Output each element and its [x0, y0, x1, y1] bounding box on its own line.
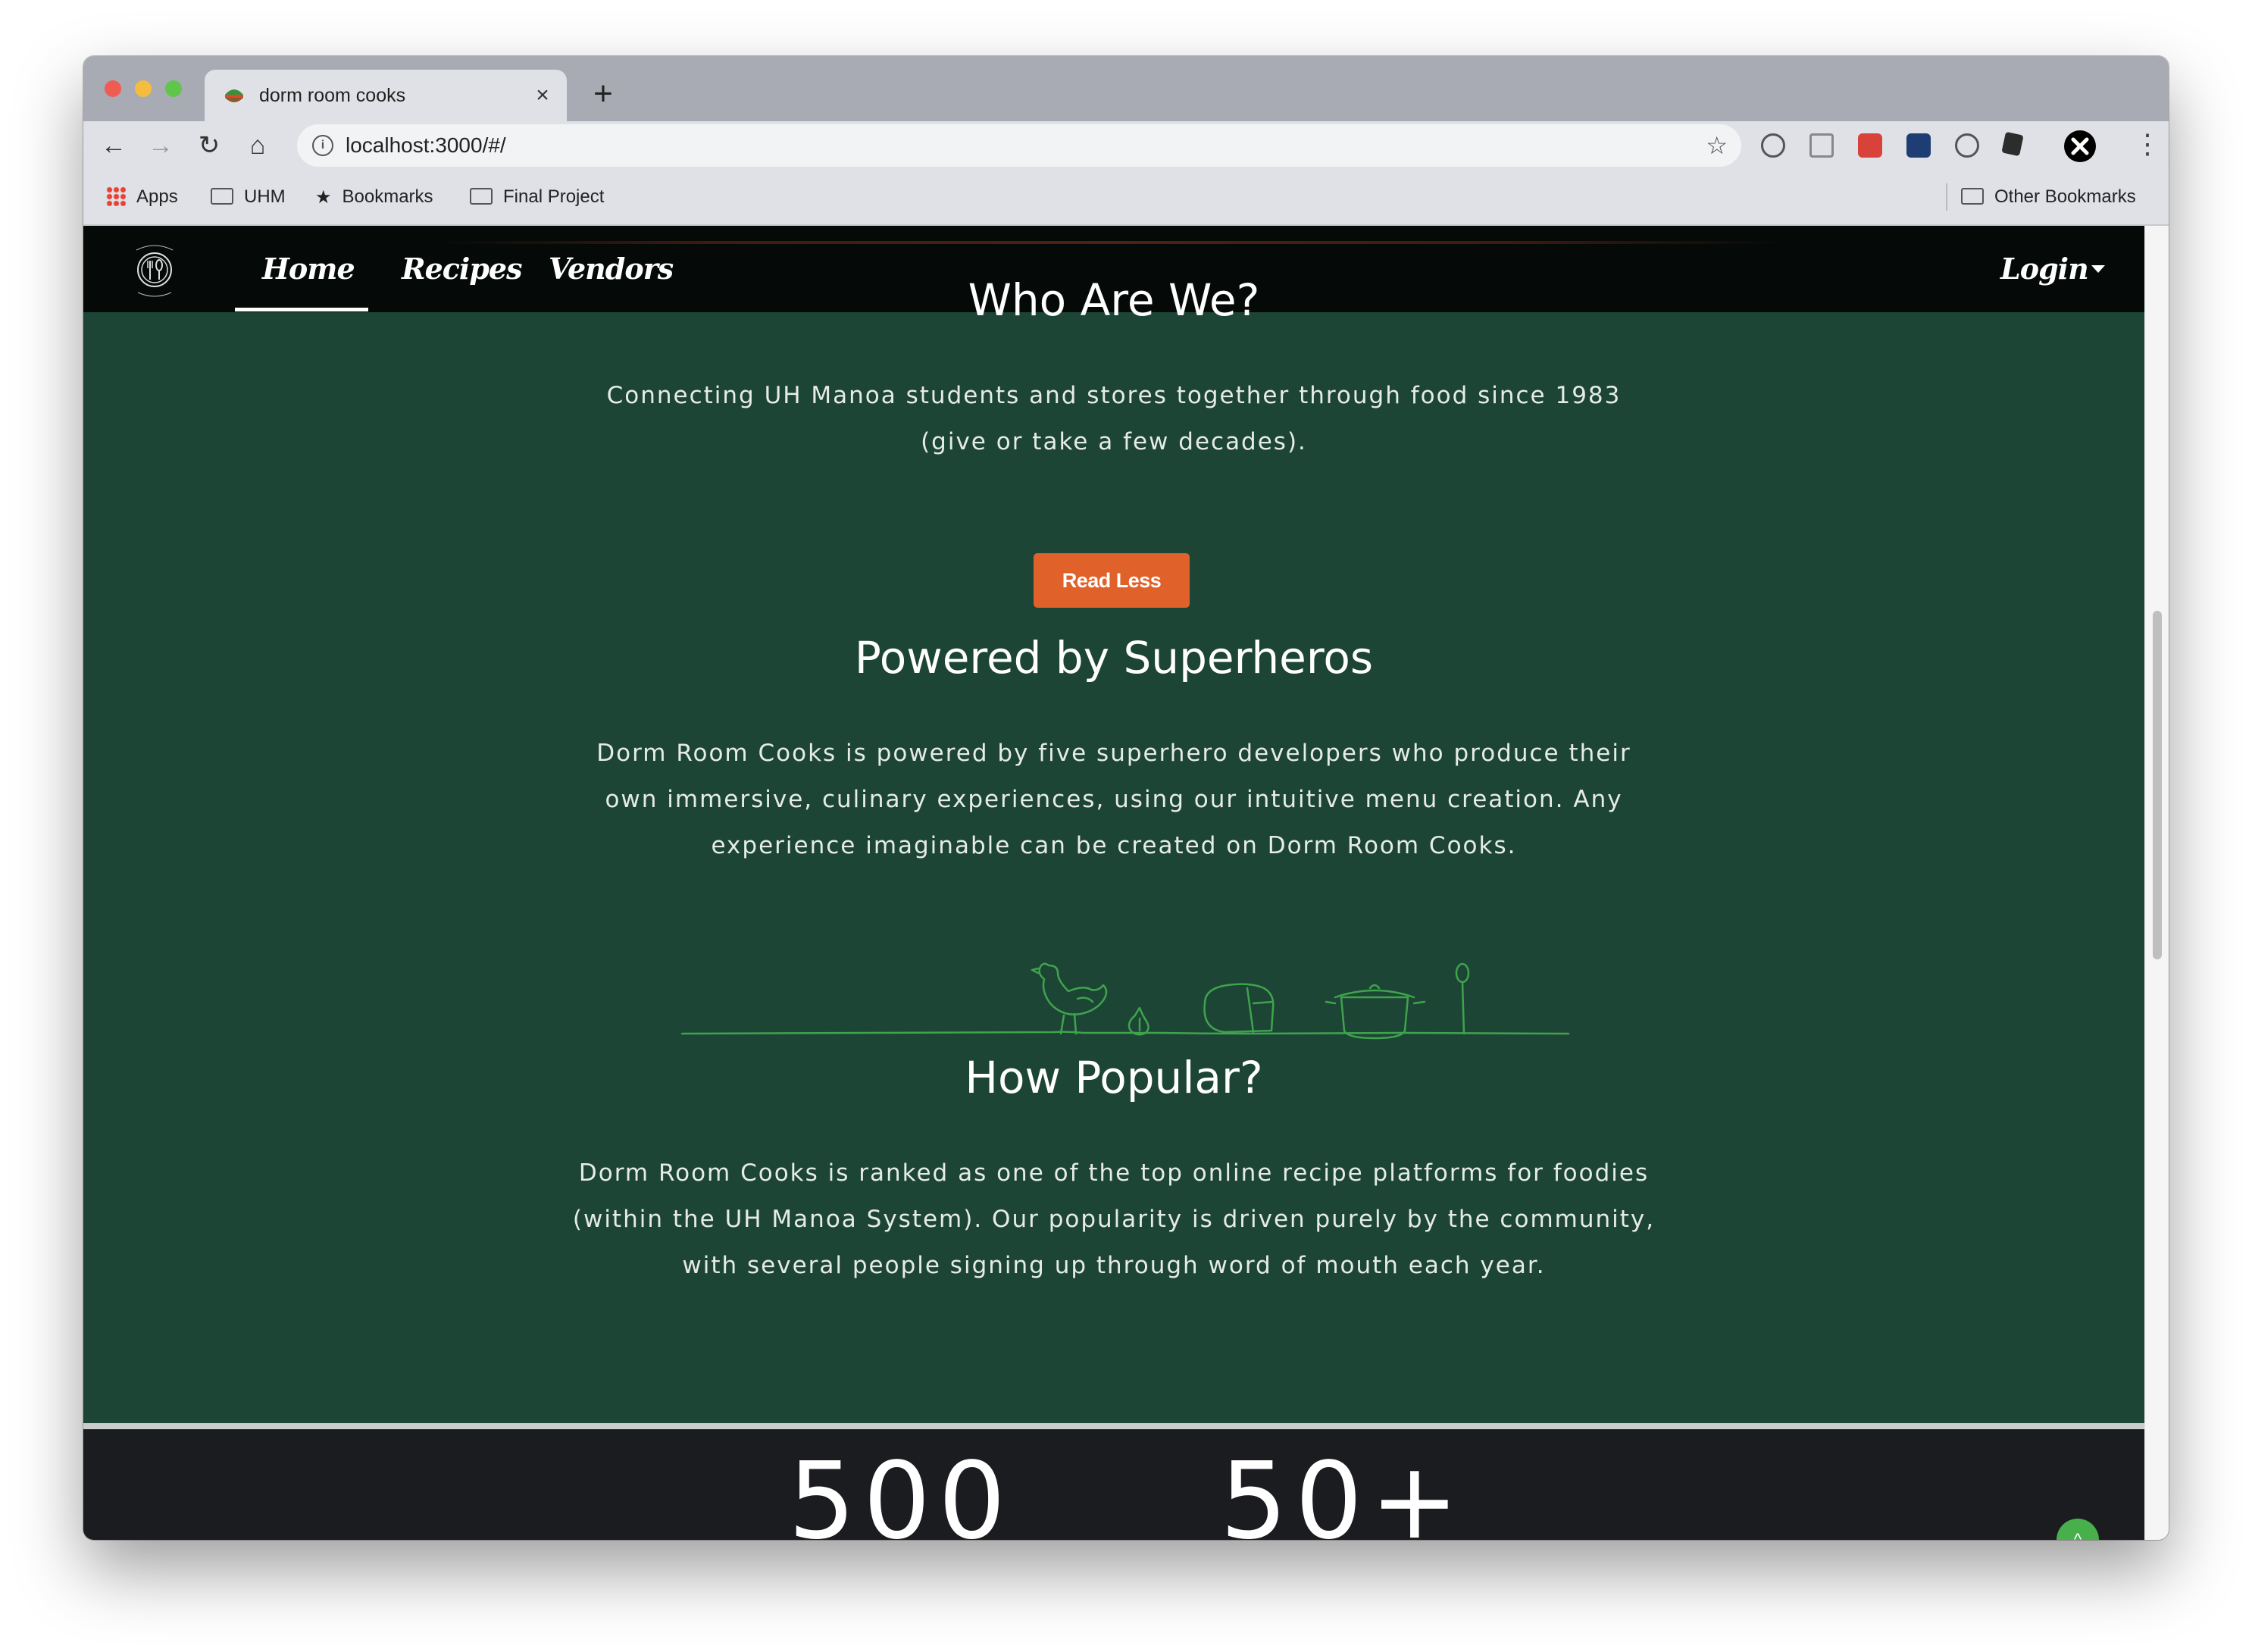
popular-line-2: (within the UH Manoa System). Our popula…	[572, 1206, 1656, 1233]
popular-line-1: Dorm Room Cooks is ranked as one of the …	[578, 1159, 1650, 1187]
bookmarks-separator	[1946, 183, 1947, 211]
extension-1password-icon[interactable]	[1761, 133, 1785, 158]
page-viewport: Home Recipes Vendors Login Who Are We? C…	[83, 226, 2144, 1540]
browser-menu-icon[interactable]: ⋮	[2134, 126, 2161, 162]
powered-line-2: own immersive, culinary experiences, usi…	[605, 786, 1623, 813]
browser-window: dorm room cooks × + ← → ↻ ⌂ i localhost:…	[83, 56, 2169, 1540]
bookmark-final-project[interactable]: Final Project	[470, 170, 604, 224]
extension-circle-icon[interactable]	[1955, 133, 1979, 158]
bookmark-bookmarks[interactable]: ★ Bookmarks	[315, 170, 433, 224]
new-tab-button[interactable]: +	[586, 71, 620, 117]
bookmark-apps[interactable]: Apps	[106, 170, 178, 224]
tab-close-icon[interactable]: ×	[532, 70, 553, 121]
back-icon[interactable]: ←	[95, 127, 132, 164]
favicon-icon	[225, 89, 243, 102]
extension-b-icon[interactable]	[1809, 133, 1834, 158]
extension-red-icon[interactable]	[1858, 133, 1882, 158]
read-less-button[interactable]: Read Less	[1034, 553, 1190, 608]
home-icon[interactable]: ⌂	[239, 127, 276, 164]
extension-box-icon[interactable]	[2001, 131, 2024, 157]
chevron-up-icon: ^	[2073, 1530, 2082, 1540]
bookmark-uhm[interactable]: UHM	[211, 170, 286, 224]
powered-line-3: experience imaginable can be created on …	[711, 832, 1517, 859]
kitchen-sketch-illustration	[680, 962, 1570, 1040]
about-line-2: (give or take a few decades).	[921, 428, 1307, 455]
stats-section: 500 50+	[83, 1429, 2144, 1540]
powered-line-1: Dorm Room Cooks is powered by five super…	[596, 740, 1631, 767]
close-window-button[interactable]	[105, 80, 121, 97]
scrollbar-thumb[interactable]	[2153, 611, 2162, 959]
address-bar[interactable]: i localhost:3000/#/ ☆	[297, 124, 1741, 167]
tab-dorm-room-cooks[interactable]: dorm room cooks ×	[205, 70, 567, 121]
maximize-window-button[interactable]	[165, 80, 182, 97]
about-title: Who Are We?	[968, 274, 1260, 326]
tab-strip: dorm room cooks × +	[83, 56, 2169, 121]
star-icon: ★	[315, 186, 332, 208]
popular-title: How Popular?	[965, 1052, 1263, 1103]
minimize-window-button[interactable]	[135, 80, 152, 97]
bookmark-other[interactable]: Other Bookmarks	[1961, 170, 2136, 224]
site-info-icon[interactable]: i	[312, 135, 333, 156]
apps-grid-icon	[106, 186, 126, 206]
browser-toolbar: ← → ↻ ⌂ i localhost:3000/#/ ☆ ⋮	[83, 121, 2169, 170]
about-line-1: Connecting UH Manoa students and stores …	[606, 382, 1622, 409]
extension-blue-icon[interactable]	[1906, 133, 1931, 158]
section-divider	[83, 1423, 2144, 1429]
page-scrollbar[interactable]	[2144, 226, 2169, 1540]
login-dropdown-caret-icon[interactable]	[2091, 265, 2105, 273]
popular-line-3: with several people signing up through w…	[682, 1252, 1546, 1279]
bookmark-star-icon[interactable]: ☆	[1706, 124, 1728, 167]
stat-recipes-count: 500	[788, 1440, 1014, 1541]
powered-title: Powered by Superheros	[854, 632, 1374, 684]
extension-x-icon[interactable]	[2064, 130, 2096, 162]
x-mark-icon	[2071, 137, 2089, 155]
folder-icon	[211, 187, 233, 205]
folder-icon	[1961, 187, 1984, 205]
folder-icon	[470, 187, 493, 205]
forward-icon[interactable]: →	[142, 127, 179, 164]
tab-title: dorm room cooks	[259, 85, 406, 106]
url-text[interactable]: localhost:3000/#/	[346, 124, 506, 167]
stat-vendors-count: 50+	[1220, 1440, 1467, 1541]
bookmarks-bar: Apps UHM ★ Bookmarks Final Project Other …	[83, 170, 2169, 226]
reload-icon[interactable]: ↻	[191, 127, 227, 164]
